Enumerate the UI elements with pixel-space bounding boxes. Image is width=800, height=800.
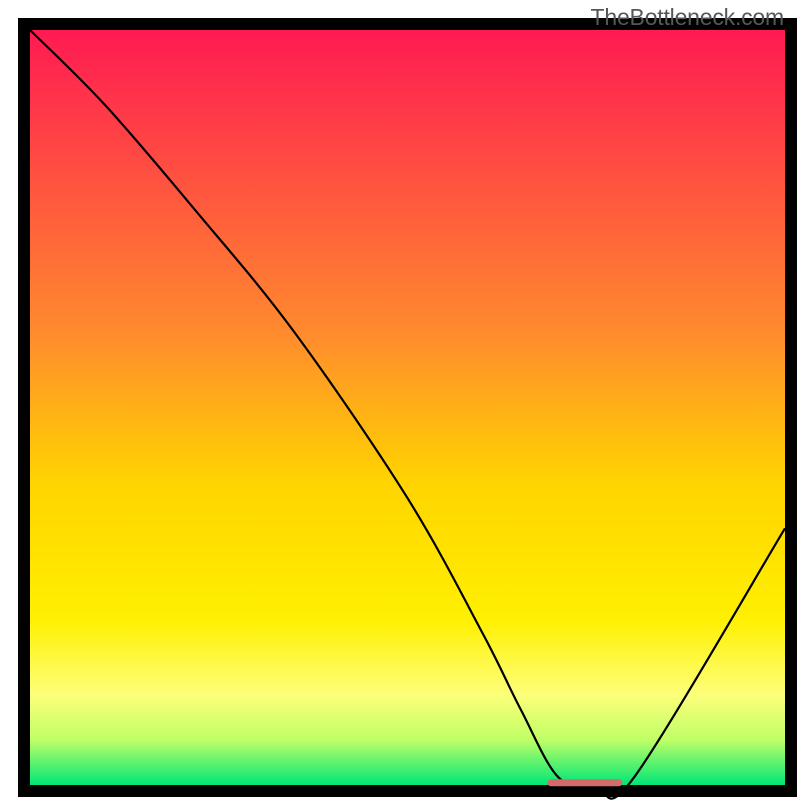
plot-background xyxy=(30,30,785,785)
watermark-label: TheBottleneck.com xyxy=(591,4,784,31)
bottleneck-chart xyxy=(0,0,800,800)
chart-container: TheBottleneck.com xyxy=(0,0,800,800)
